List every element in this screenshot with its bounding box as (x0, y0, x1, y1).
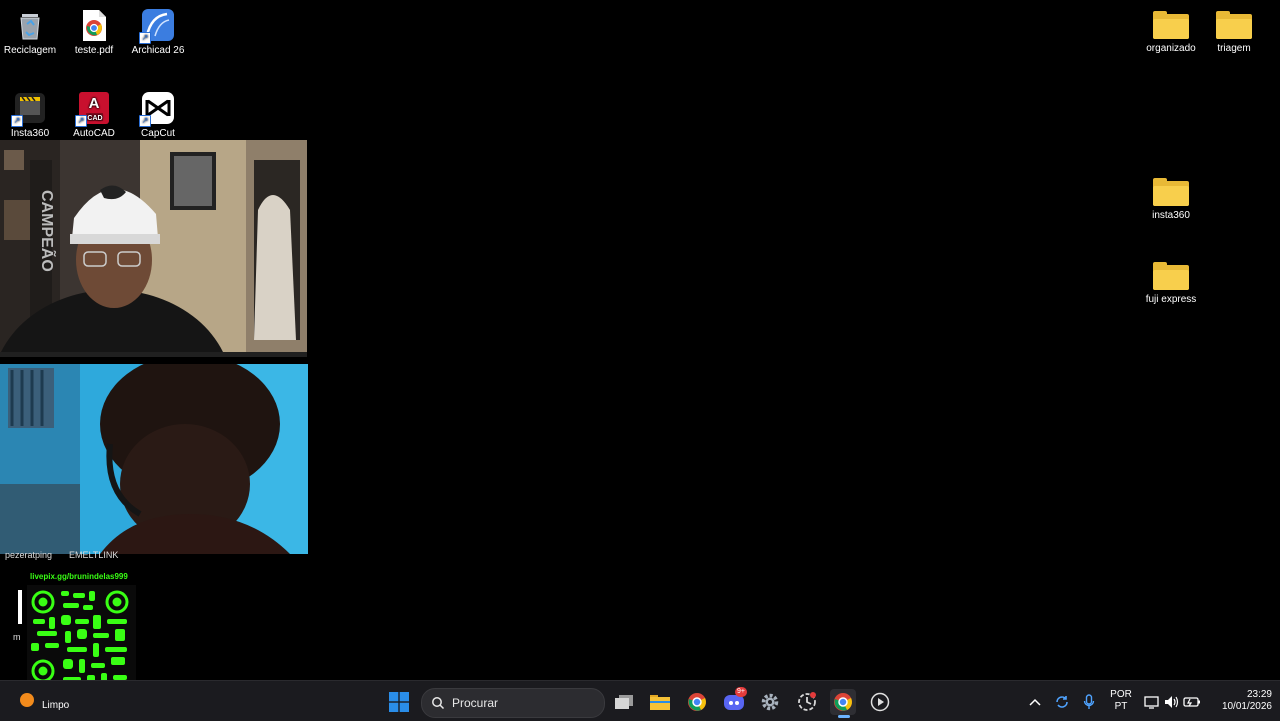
livepix-qr-code[interactable] (27, 585, 136, 690)
gear-icon (761, 693, 779, 711)
insta360-app-icon: ↗ (11, 91, 47, 127)
chrome-icon (834, 693, 852, 711)
battery-icon (1183, 697, 1200, 707)
desktop-folder-insta360[interactable]: insta360 (1139, 172, 1203, 222)
search-placeholder: Procurar (452, 696, 499, 710)
desktop-icon-label: AutoCAD (73, 128, 115, 139)
search-icon (432, 697, 445, 710)
file-explorer-button[interactable] (647, 689, 673, 715)
desktop-icon-label: teste.pdf (74, 45, 114, 56)
discord-notification-badge: 9+ (735, 687, 747, 697)
webcam-1-image: CAMPEÃO (0, 140, 307, 357)
taskbar: Limpo Procurar 9+ POR PT 23:29 10/01/202… (0, 680, 1280, 721)
desktop-folder-fuji-express[interactable]: fuji express (1139, 256, 1203, 306)
search-box[interactable]: Procurar (421, 688, 605, 718)
desktop-icon-label: CapCut (141, 128, 175, 139)
language-line1: POR (1110, 689, 1132, 700)
desktop-icon-label: Archicad 26 (131, 45, 185, 56)
recycle-bin-icon (13, 8, 47, 42)
task-view-button[interactable] (611, 689, 637, 715)
webcam-feed-2 (0, 364, 308, 554)
active-indicator (838, 715, 850, 718)
weather-widget[interactable]: Limpo (14, 687, 84, 717)
webcam-2-image (0, 364, 308, 554)
microphone-tray-button[interactable] (1076, 689, 1102, 715)
autocad-icon: A CAD ↗ (75, 91, 111, 127)
file-explorer-icon (650, 695, 670, 710)
chrome-pdf-icon (77, 8, 111, 42)
network-icon (1144, 696, 1159, 709)
play-icon (870, 692, 890, 712)
desktop-icon-label: Insta360 (10, 128, 50, 139)
language-line2: PT (1114, 701, 1128, 712)
desktop-icon-label: Reciclagem (3, 45, 57, 56)
autocad-letter: A (89, 95, 100, 112)
language-indicator[interactable]: POR PT (1106, 689, 1136, 713)
desktop-icon-label: triagem (1217, 43, 1251, 54)
webcam-2-name-right: EMELTLINK (69, 550, 119, 560)
autocad-badge: CAD (87, 115, 102, 122)
chrome-button[interactable] (684, 689, 710, 715)
chrome-icon (688, 693, 706, 711)
media-player-button[interactable] (867, 689, 893, 715)
desktop-icon-label: organizado (1146, 43, 1196, 54)
desktop-folder-organizado[interactable]: organizado (1139, 5, 1203, 55)
chrome-active-button[interactable] (830, 689, 856, 718)
battery-tray-button[interactable] (1179, 689, 1205, 715)
desktop-icon-label: insta360 (1152, 210, 1190, 221)
task-view-icon (615, 695, 633, 709)
shortcut-arrow-icon: ↗ (139, 32, 151, 44)
settings-button[interactable] (757, 689, 783, 715)
sync-tray-button[interactable] (1049, 689, 1075, 715)
desktop-icon-recycle-bin[interactable]: Reciclagem (0, 8, 62, 57)
side-bar-mark (18, 590, 22, 624)
desktop-icon-label: fuji express (1145, 294, 1197, 305)
qr-code-icon (27, 585, 136, 690)
desktop-icon-archicad[interactable]: ↗ Archicad 26 (126, 8, 190, 57)
capcut-icon: ↗ (139, 91, 175, 127)
shortcut-arrow-icon: ↗ (139, 115, 151, 127)
windows-logo-icon (389, 692, 409, 712)
folder-icon (1153, 178, 1189, 206)
webcam-2-name-left: pezeratping (5, 550, 53, 560)
shortcut-arrow-icon: ↗ (75, 115, 87, 127)
folder-icon (1216, 11, 1252, 39)
desktop-icon-teste-pdf[interactable]: teste.pdf (62, 8, 126, 57)
livepix-url: livepix.gg/brunindelas999 (30, 572, 128, 581)
clock-time: 23:29 (1246, 689, 1272, 700)
shortcut-arrow-icon: ↗ (11, 115, 23, 127)
speaker-icon (1165, 696, 1179, 708)
weather-label: Limpo (42, 700, 70, 711)
folder-icon (1153, 262, 1189, 290)
desktop-icon-insta360[interactable]: ↗ Insta360 (0, 91, 62, 140)
chevron-up-icon (1029, 698, 1041, 706)
microphone-icon (1083, 694, 1095, 709)
show-hidden-icons-button[interactable] (1022, 689, 1048, 715)
desktop-folder-triagem[interactable]: triagem (1202, 5, 1266, 55)
snipping-tool-button[interactable] (794, 689, 820, 715)
folder-icon (1153, 11, 1189, 39)
side-letter: m (13, 632, 21, 642)
snipping-tool-icon (798, 692, 816, 711)
clock[interactable]: 23:29 10/01/2026 (1206, 689, 1272, 713)
clock-date: 10/01/2026 (1221, 701, 1272, 712)
svg-text:CAMPEÃO: CAMPEÃO (38, 190, 58, 272)
discord-button[interactable]: 9+ (721, 687, 747, 715)
start-button[interactable] (386, 689, 412, 715)
sync-icon (1056, 696, 1068, 708)
desktop-icon-autocad[interactable]: A CAD ↗ AutoCAD (62, 91, 126, 140)
desktop-icon-capcut[interactable]: ↗ CapCut (126, 91, 190, 140)
weather-icon (20, 693, 34, 707)
archicad-icon: ↗ (139, 8, 175, 44)
webcam-feed-1: CAMPEÃO (0, 140, 307, 357)
